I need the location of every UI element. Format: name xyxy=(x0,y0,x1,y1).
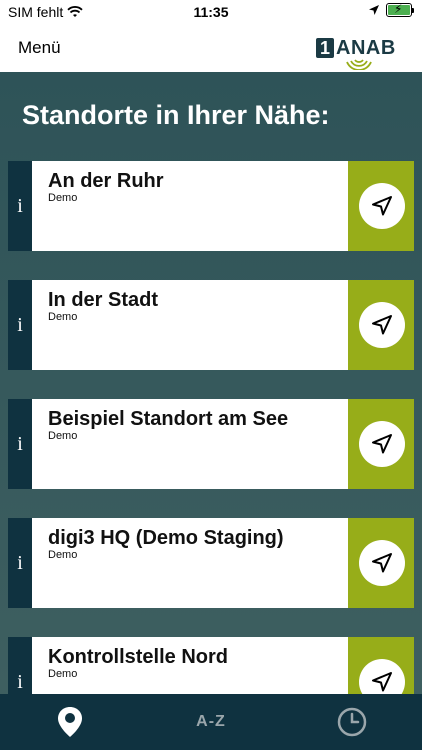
navigate-circle xyxy=(359,421,405,467)
map-pin-icon xyxy=(58,707,82,737)
location-name: In der Stadt xyxy=(48,289,159,311)
navigate-circle xyxy=(359,302,405,348)
navigation-arrow-icon xyxy=(372,315,392,335)
location-card[interactable]: i An der Ruhr Demo xyxy=(8,161,414,251)
status-right: ⚡ xyxy=(368,2,414,17)
location-subtitle: Demo xyxy=(48,430,78,442)
location-card[interactable]: i digi3 HQ (Demo Staging) Demo xyxy=(8,518,414,608)
navigation-arrow-icon xyxy=(372,434,392,454)
location-card[interactable]: i Kontrollstelle Nord Demo xyxy=(8,637,414,694)
logo-number: 1 xyxy=(316,38,334,58)
logo-text: ANAB xyxy=(336,37,396,59)
page-title: Standorte in Ihrer Nähe: xyxy=(22,100,330,130)
location-subtitle: Demo xyxy=(48,549,78,561)
navigate-circle xyxy=(359,659,405,694)
navigate-button[interactable] xyxy=(348,399,414,489)
navigate-button[interactable] xyxy=(348,518,414,608)
tab-a-z[interactable]: A-Z xyxy=(141,694,281,750)
status-bar: SIM fehlt 11:35 ⚡ xyxy=(0,0,422,24)
navigate-button[interactable] xyxy=(348,161,414,251)
anab-logo: 1 ANAB xyxy=(316,28,402,70)
location-name: Kontrollstelle Nord xyxy=(48,646,229,668)
info-button[interactable]: i xyxy=(8,637,32,694)
locations-view[interactable]: Standorte in Ihrer Nähe: i An der Ruhr D… xyxy=(0,72,422,694)
navigate-circle xyxy=(359,183,405,229)
location-subtitle: Demo xyxy=(48,192,78,204)
signal-waves-icon xyxy=(346,59,372,70)
location-card[interactable]: i In der Stadt Demo xyxy=(8,280,414,370)
info-button[interactable]: i xyxy=(8,161,32,251)
location-subtitle: Demo xyxy=(48,311,78,323)
info-button[interactable]: i xyxy=(8,280,32,370)
battery-icon: ⚡ xyxy=(386,2,412,17)
navigation-arrow-icon xyxy=(372,196,392,216)
menu-button[interactable]: Menü xyxy=(18,38,61,58)
clock-icon xyxy=(337,707,367,737)
navigation-bar: Menü 1 ANAB xyxy=(0,24,422,72)
location-arrow-icon xyxy=(369,5,379,15)
status-time: 11:35 xyxy=(193,4,229,20)
navigate-circle xyxy=(359,540,405,586)
tab-history[interactable] xyxy=(282,694,422,750)
location-card[interactable]: i Beispiel Standort am See Demo xyxy=(8,399,414,489)
tab-nearby[interactable] xyxy=(0,694,140,750)
info-button[interactable]: i xyxy=(8,518,32,608)
tab-bar: A-Z xyxy=(0,694,422,750)
location-subtitle: Demo xyxy=(48,668,78,680)
navigation-arrow-icon xyxy=(372,553,392,573)
navigate-button[interactable] xyxy=(348,280,414,370)
navigate-button[interactable] xyxy=(348,637,414,694)
navigation-arrow-icon xyxy=(372,672,392,692)
location-name: digi3 HQ (Demo Staging) xyxy=(48,527,284,549)
location-name: An der Ruhr xyxy=(48,170,164,192)
info-button[interactable]: i xyxy=(8,399,32,489)
location-name: Beispiel Standort am See xyxy=(48,408,289,430)
